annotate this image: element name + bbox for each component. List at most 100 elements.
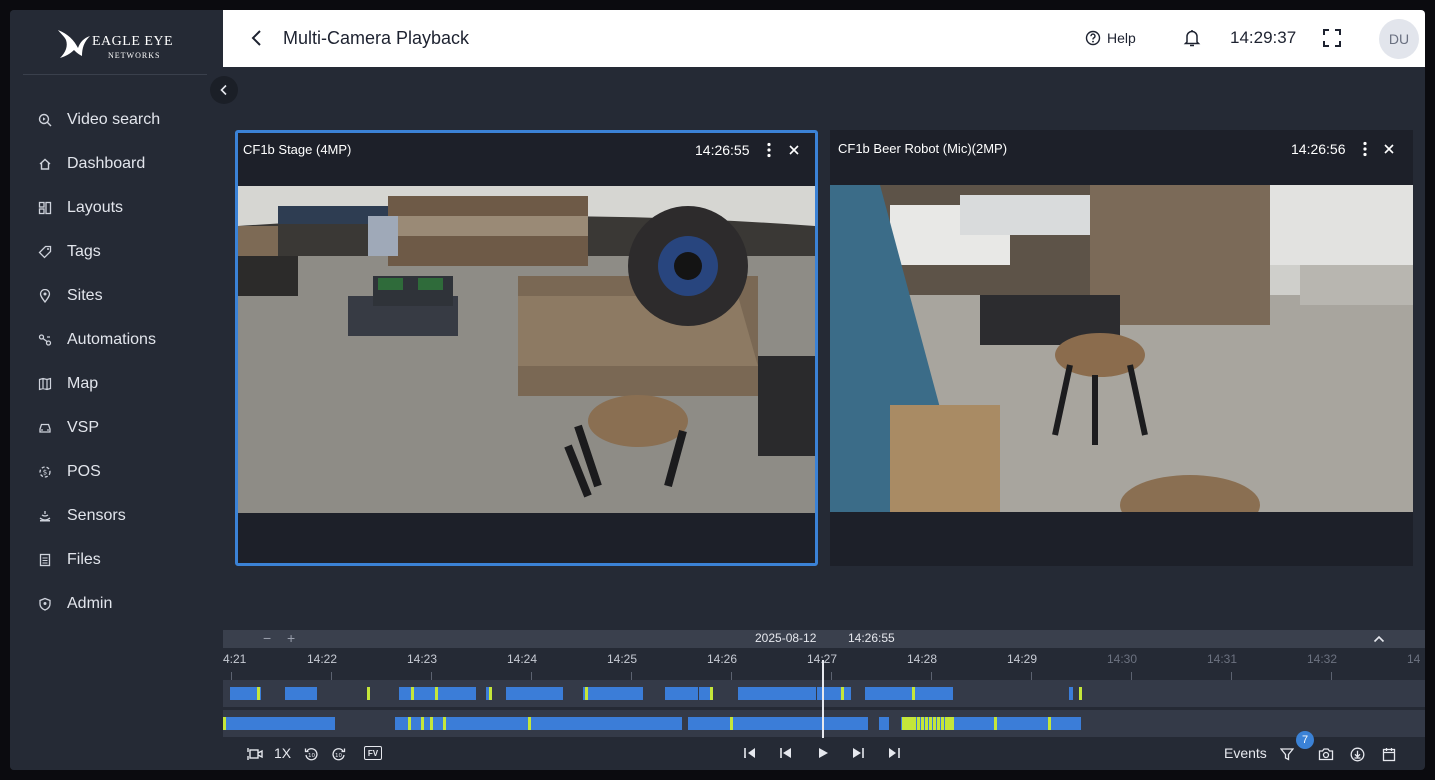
snapshot-button[interactable]: [1318, 747, 1334, 761]
event-marker[interactable]: [710, 687, 713, 700]
collapse-sidebar-button[interactable]: [210, 76, 238, 104]
sidebar-item-automations[interactable]: Automations: [10, 318, 223, 362]
zoom-out-button[interactable]: −: [263, 630, 271, 646]
event-marker[interactable]: [421, 717, 424, 730]
event-marker[interactable]: [841, 687, 844, 700]
sidebar-item-sensors[interactable]: Sensors: [10, 494, 223, 538]
timeline-ticks[interactable]: 4:21 14:22 14:23 14:24 14:25 14:26 14:27 14:28 1…: [223, 648, 1425, 680]
recording-segment[interactable]: [1069, 687, 1073, 700]
clip-button[interactable]: [247, 747, 263, 761]
recording-segment[interactable]: [688, 687, 698, 700]
sidebar-item-sites[interactable]: Sites: [10, 274, 223, 318]
recording-segment[interactable]: [688, 717, 868, 730]
zoom-in-button[interactable]: +: [287, 630, 295, 646]
event-marker[interactable]: [443, 717, 446, 730]
svg-text:$: $: [43, 469, 47, 477]
camera-track-2[interactable]: [223, 710, 1425, 737]
sidebar-item-dashboard[interactable]: Dashboard: [10, 142, 223, 186]
speed-button[interactable]: 1X: [274, 745, 291, 761]
timeline-tick-label: 14: [1407, 652, 1421, 666]
event-marker[interactable]: [257, 687, 260, 700]
recording-segment[interactable]: [506, 687, 563, 700]
event-marker[interactable]: [411, 687, 414, 700]
event-marker[interactable]: [408, 717, 411, 730]
event-marker[interactable]: [921, 717, 924, 730]
sidebar-item-pos[interactable]: $ POS: [10, 450, 223, 494]
event-marker[interactable]: [430, 717, 433, 730]
recording-segment[interactable]: [738, 687, 816, 700]
sidebar-item-admin[interactable]: Admin: [10, 582, 223, 626]
event-marker[interactable]: [730, 717, 733, 730]
event-marker[interactable]: [489, 687, 492, 700]
sidebar-item-tags[interactable]: Tags: [10, 230, 223, 274]
recording-segment[interactable]: [223, 717, 335, 730]
next-frame-button[interactable]: [851, 747, 865, 759]
recording-segment[interactable]: [1065, 717, 1080, 730]
sidebar-item-map[interactable]: Map: [10, 362, 223, 406]
camera-video-feed[interactable]: [830, 185, 1413, 512]
event-marker[interactable]: [367, 687, 370, 700]
recording-segment[interactable]: [901, 717, 1081, 730]
camera-close-button[interactable]: [1381, 141, 1397, 157]
sidebar-item-video-search[interactable]: Video search: [10, 98, 223, 142]
recording-segment[interactable]: [865, 687, 953, 700]
play-button[interactable]: [817, 747, 829, 759]
event-marker[interactable]: [917, 717, 920, 730]
files-icon: [38, 553, 52, 567]
event-marker[interactable]: [925, 717, 928, 730]
notifications-button[interactable]: [1183, 28, 1201, 53]
event-marker[interactable]: [937, 717, 940, 730]
camera-video-feed[interactable]: [238, 186, 815, 513]
search-video-icon: [38, 113, 52, 127]
sidebar-item-vsp[interactable]: VSP: [10, 406, 223, 450]
camera-menu-button[interactable]: [761, 142, 777, 158]
event-marker[interactable]: [912, 687, 915, 700]
camera-tile[interactable]: CF1b Beer Robot (Mic)(2MP) 14:26:56: [830, 130, 1413, 566]
recording-segment[interactable]: [879, 717, 889, 730]
sidebar-item-layouts[interactable]: Layouts: [10, 186, 223, 230]
recording-segment[interactable]: [395, 717, 682, 730]
camera-close-button[interactable]: [786, 142, 802, 158]
camera-tile[interactable]: CF1b Stage (4MP) 14:26:55: [235, 130, 818, 566]
download-button[interactable]: [1350, 747, 1365, 762]
avatar[interactable]: DU: [1379, 19, 1419, 59]
event-marker[interactable]: [941, 717, 944, 730]
car-icon: [38, 421, 52, 435]
event-marker[interactable]: [1048, 717, 1051, 730]
camera-menu-button[interactable]: [1357, 141, 1373, 157]
events-label[interactable]: Events: [1224, 745, 1267, 761]
rewind-10-button[interactable]: 10: [304, 747, 318, 761]
calendar-button[interactable]: [1382, 747, 1396, 762]
event-marker[interactable]: [1079, 687, 1082, 700]
event-marker[interactable]: [435, 687, 438, 700]
timeline-tick-mark: [1131, 672, 1132, 680]
playhead[interactable]: [822, 660, 824, 738]
sidebar-item-label: Files: [67, 551, 101, 568]
skip-start-icon: s: [744, 748, 755, 759]
tag-icon: [38, 245, 52, 259]
back-button[interactable]: [247, 28, 267, 48]
event-marker[interactable]: [929, 717, 932, 730]
event-marker[interactable]: [933, 717, 936, 730]
skip-to-live-button[interactable]: [887, 747, 901, 759]
forward-10-button[interactable]: 10: [332, 747, 346, 761]
help-button[interactable]: Help: [1085, 30, 1136, 46]
fv-button[interactable]: FV: [364, 746, 382, 760]
forward-10-icon: 10: [332, 748, 346, 761]
event-marker[interactable]: [223, 717, 226, 730]
previous-frame-button[interactable]: [779, 747, 793, 759]
fullscreen-button[interactable]: [1322, 28, 1342, 53]
events-filter-button[interactable]: [1280, 747, 1294, 761]
event-marker[interactable]: [913, 717, 916, 730]
recording-segment[interactable]: [583, 687, 643, 700]
skip-to-start-button[interactable]: s: [743, 747, 757, 759]
chevron-left-icon: [220, 84, 227, 96]
event-marker[interactable]: [951, 717, 954, 730]
camera-track-1[interactable]: [223, 680, 1425, 707]
recording-segment[interactable]: [285, 687, 317, 700]
event-marker[interactable]: [585, 687, 588, 700]
bell-icon: [1183, 30, 1201, 47]
sidebar-item-files[interactable]: Files: [10, 538, 223, 582]
event-marker[interactable]: [528, 717, 531, 730]
event-marker[interactable]: [994, 717, 997, 730]
